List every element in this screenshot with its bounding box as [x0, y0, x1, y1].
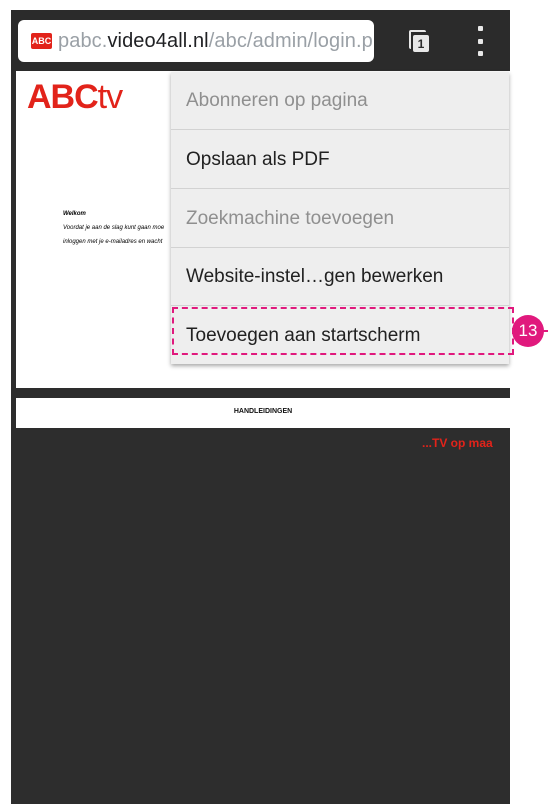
browser-toolbar: ABC pabc.video4all.nl/abc/admin/login.p … [11, 10, 510, 71]
menu-item-subscribe[interactable]: Abonneren op pagina [171, 72, 509, 130]
step-number-badge: 13 [512, 315, 544, 347]
overflow-menu-button[interactable] [471, 26, 489, 56]
menu-item-add-search-engine[interactable]: Zoekmachine toevoegen [171, 190, 509, 248]
menu-item-save-pdf[interactable]: Opslaan als PDF [171, 131, 509, 189]
handleidingen-link[interactable]: HANDLEIDINGEN [16, 408, 510, 415]
abc-tv-logo[interactable]: ABCtv [27, 78, 123, 117]
site-favicon-icon: ABC [31, 33, 52, 49]
address-bar[interactable]: ABC pabc.video4all.nl/abc/admin/login.p [18, 20, 374, 62]
more-vert-icon [477, 26, 483, 31]
tab-count: 1 [413, 35, 429, 52]
welcome-heading: Welkom [63, 211, 86, 217]
welcome-line-1: Voordat je aan de slag kunt gaan moe [63, 225, 165, 231]
tab-switcher-button[interactable]: 1 [409, 30, 429, 52]
tagline: ...TV op maa [422, 436, 493, 450]
welcome-line-2: inloggen met je e-mailadres en wacht [63, 239, 163, 245]
handleidingen-bar[interactable]: HANDLEIDINGEN [16, 398, 510, 428]
welcome-text: Welkom Voordat je aan de slag kunt gaan … [63, 207, 188, 249]
step-highlight-box [172, 307, 514, 355]
url-text: pabc.video4all.nl/abc/admin/login.p [58, 29, 373, 52]
menu-item-site-settings[interactable]: Website-instel…gen bewerken [171, 248, 509, 306]
